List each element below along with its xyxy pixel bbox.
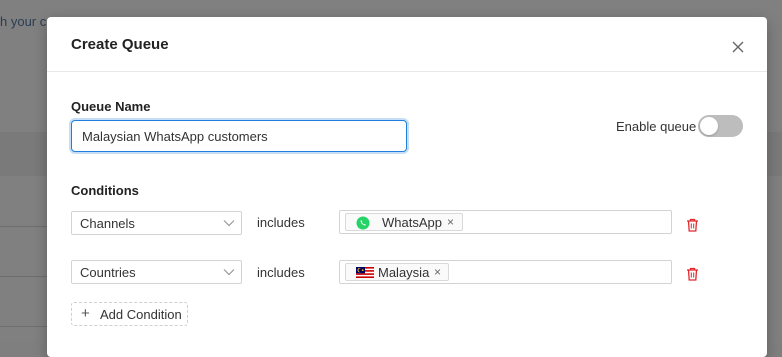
condition-values-input[interactable]: WhatsApp × bbox=[339, 210, 672, 234]
add-condition-label: Add Condition bbox=[100, 307, 182, 322]
tag-label: Malaysia bbox=[378, 265, 430, 280]
background-divider bbox=[0, 276, 50, 277]
queue-name-label: Queue Name bbox=[71, 99, 151, 114]
delete-condition-icon[interactable] bbox=[686, 218, 699, 232]
background-text: h your c bbox=[0, 14, 47, 29]
condition-field-value: Channels bbox=[80, 216, 135, 231]
condition-field-select[interactable]: Countries bbox=[71, 260, 242, 284]
background-divider bbox=[0, 226, 50, 227]
background-divider bbox=[0, 326, 50, 327]
malaysia-flag-icon bbox=[356, 267, 374, 278]
enable-queue-label: Enable queue bbox=[616, 119, 697, 134]
condition-field-value: Countries bbox=[80, 265, 136, 280]
condition-values-input[interactable]: Malaysia × bbox=[339, 260, 672, 284]
queue-name-input[interactable] bbox=[71, 120, 407, 152]
conditions-label: Conditions bbox=[71, 183, 139, 198]
condition-operator: includes bbox=[257, 215, 305, 230]
chevron-down-icon bbox=[223, 220, 235, 227]
delete-condition-icon[interactable] bbox=[686, 267, 699, 281]
plus-icon: + bbox=[81, 305, 90, 322]
tag-label: WhatsApp bbox=[382, 215, 442, 230]
whatsapp-icon bbox=[356, 216, 370, 230]
condition-field-select[interactable]: Channels bbox=[71, 211, 242, 235]
modal-header: Create Queue bbox=[47, 17, 767, 72]
enable-queue-toggle[interactable] bbox=[698, 115, 743, 137]
tag-whatsapp: WhatsApp × bbox=[345, 213, 463, 231]
create-queue-modal: Create Queue Queue Name Enable queue Con… bbox=[47, 17, 767, 357]
remove-tag-icon[interactable]: × bbox=[434, 265, 441, 279]
condition-operator: includes bbox=[257, 265, 305, 280]
tag-malaysia: Malaysia × bbox=[345, 263, 449, 281]
toggle-knob bbox=[700, 117, 718, 135]
close-icon[interactable] bbox=[730, 39, 746, 55]
chevron-down-icon bbox=[223, 269, 235, 276]
modal-title: Create Queue bbox=[71, 36, 169, 53]
remove-tag-icon[interactable]: × bbox=[447, 215, 454, 229]
add-condition-button[interactable]: + Add Condition bbox=[71, 302, 188, 326]
